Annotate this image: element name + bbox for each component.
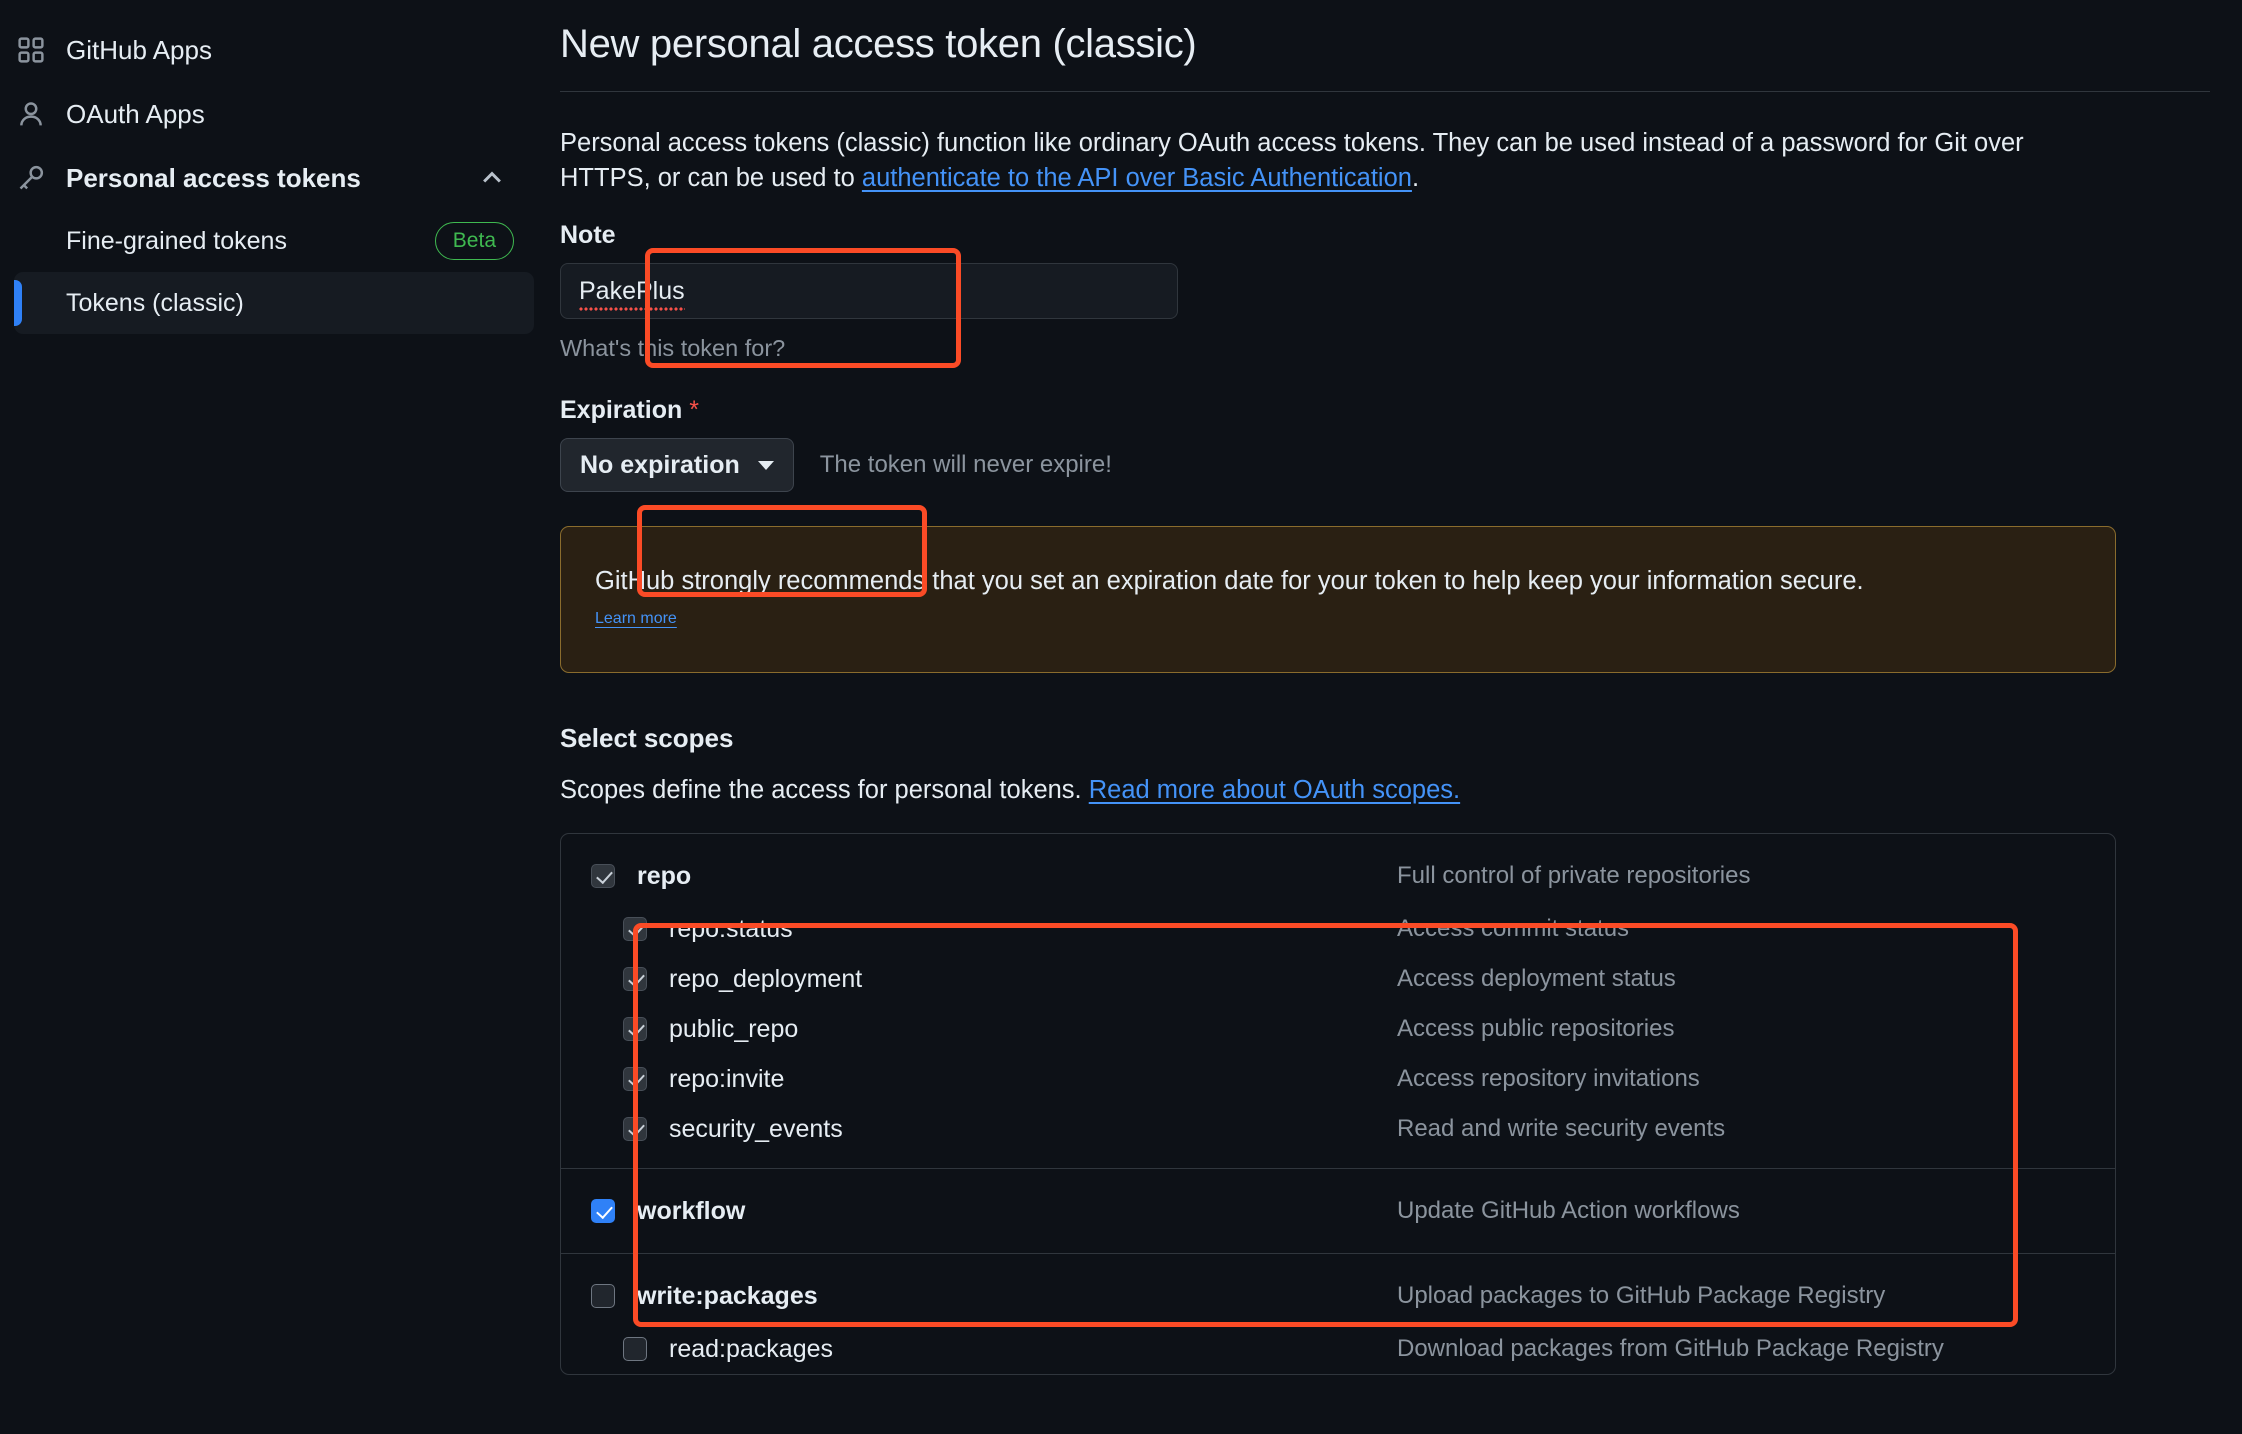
scope-description: Update GitHub Action workflows [1397, 1197, 1740, 1225]
expiration-note: The token will never expire! [819, 451, 1112, 479]
scope-name: repo [637, 861, 692, 890]
expiration-selected-value: No expiration [580, 450, 740, 479]
scope-name: repo:invite [669, 1064, 785, 1093]
scope-checkbox-write-packages[interactable] [591, 1284, 615, 1309]
scope-row-write-packages[interactable]: write:packages Upload packages to GitHub… [561, 1268, 2115, 1324]
scope-row-repo-status[interactable]: repo:status Access commit status [561, 904, 2115, 954]
scope-checkbox-repo-status[interactable] [623, 917, 647, 942]
scope-group-repo: repo Full control of private repositorie… [561, 848, 2115, 1154]
intro-text-2: . [1411, 163, 1420, 192]
scope-description: Access repository invitations [1397, 1065, 1700, 1093]
oauth-scopes-link[interactable]: Read more about OAuth scopes. [1089, 776, 1460, 804]
active-indicator-bar [14, 280, 22, 326]
basic-auth-link[interactable]: authenticate to the API over Basic Authe… [862, 164, 1412, 192]
note-field-group: Note PakePlus What's this token for? [560, 221, 2210, 362]
scope-checkbox-repo[interactable] [591, 864, 615, 889]
scope-checkbox-repo-invite[interactable] [623, 1067, 647, 1092]
scopes-subtext-plain: Scopes define the access for personal to… [560, 776, 1089, 805]
sidebar-item-github-apps[interactable]: GitHub Apps [0, 18, 534, 82]
intro-paragraph: Personal access tokens (classic) functio… [560, 126, 2100, 195]
main-content: New personal access token (classic) Pers… [560, 0, 2242, 1434]
scope-description: Access commit status [1397, 915, 1630, 943]
sidebar-item-label: OAuth Apps [66, 99, 205, 129]
beta-badge: Beta [434, 222, 514, 260]
scope-row-public-repo[interactable]: public_repo Access public repositories [561, 1004, 2115, 1054]
scope-checkbox-repo-deployment[interactable] [623, 967, 647, 992]
sidebar-item-tokens-classic[interactable]: Tokens (classic) [14, 272, 534, 334]
note-help-text: What's this token for? [560, 335, 786, 362]
scope-name: write:packages [637, 1281, 818, 1310]
sidebar-item-label: Personal access tokens [66, 163, 361, 193]
scope-description: Full control of private repositories [1397, 862, 1751, 890]
scope-name: workflow [637, 1196, 746, 1225]
scope-name: repo_deployment [669, 964, 863, 993]
scope-row-security-events[interactable]: security_events Read and write security … [561, 1104, 2115, 1154]
select-scopes-heading: Select scopes [560, 723, 734, 754]
chevron-up-icon[interactable] [478, 164, 506, 192]
expiration-select[interactable]: No expiration [560, 438, 794, 493]
note-input-value: PakePlus [579, 276, 685, 311]
scope-checkbox-public-repo[interactable] [623, 1017, 647, 1042]
scope-group-write-packages: write:packages Upload packages to GitHub… [561, 1253, 2115, 1374]
scope-name: repo:status [669, 914, 793, 943]
scope-row-repo-invite[interactable]: repo:invite Access repository invitation… [561, 1054, 2115, 1104]
scope-description: Access deployment status [1397, 965, 1676, 993]
apps-grid-icon [14, 36, 48, 64]
note-input[interactable]: PakePlus [560, 263, 1178, 320]
scope-name: read:packages [669, 1334, 834, 1363]
scope-checkbox-read-packages[interactable] [623, 1337, 647, 1362]
scopes-list: repo Full control of private repositorie… [560, 833, 2116, 1376]
scope-checkbox-security-events[interactable] [623, 1117, 647, 1142]
required-asterisk: * [689, 396, 699, 425]
note-label: Note [560, 221, 616, 250]
scope-description: Upload packages to GitHub Package Regist… [1397, 1282, 1886, 1310]
scope-group-workflow: workflow Update GitHub Action workflows [561, 1168, 2115, 1239]
expiration-warning-callout: GitHub strongly recommends that you set … [560, 526, 2116, 674]
scope-row-workflow[interactable]: workflow Update GitHub Action workflows [561, 1183, 2115, 1239]
scope-row-repo-deployment[interactable]: repo_deployment Access deployment status [561, 954, 2115, 1004]
person-icon [14, 100, 48, 128]
expiration-label-text: Expiration [560, 396, 683, 425]
callout-message: GitHub strongly recommends that you set … [595, 567, 1864, 596]
github-new-token-page: GitHub Apps OAuth Apps Personal access t… [0, 0, 2242, 1434]
scope-description: Read and write security events [1397, 1115, 1726, 1143]
scope-row-repo[interactable]: repo Full control of private repositorie… [561, 848, 2115, 904]
scopes-subtext: Scopes define the access for personal to… [560, 776, 2210, 805]
sidebar-item-fine-grained-tokens[interactable]: Fine-grained tokens Beta [14, 210, 534, 272]
expiration-field-group: Expiration * No expiration The token wil… [560, 396, 2210, 493]
scope-name: security_events [669, 1114, 843, 1143]
learn-more-link[interactable]: Learn more [595, 610, 677, 627]
sidebar-item-label: GitHub Apps [66, 35, 212, 65]
page-title: New personal access token (classic) [560, 22, 1197, 66]
scope-checkbox-workflow[interactable] [591, 1199, 615, 1224]
scope-row-read-packages[interactable]: read:packages Download packages from Git… [561, 1324, 2115, 1374]
scope-name: public_repo [669, 1014, 799, 1043]
sidebar-item-oauth-apps[interactable]: OAuth Apps [0, 82, 534, 146]
scope-description: Access public repositories [1397, 1015, 1675, 1043]
chevron-down-icon [757, 460, 774, 470]
sidebar-subitem-label: Fine-grained tokens [66, 226, 287, 255]
settings-sidebar: GitHub Apps OAuth Apps Personal access t… [0, 0, 560, 1434]
expiration-label: Expiration * [560, 396, 2210, 425]
scope-description: Download packages from GitHub Package Re… [1397, 1335, 1944, 1363]
key-icon [14, 164, 48, 192]
sidebar-item-personal-access-tokens[interactable]: Personal access tokens [0, 146, 534, 210]
sidebar-subitem-label: Tokens (classic) [66, 288, 244, 317]
title-divider [560, 91, 2210, 92]
